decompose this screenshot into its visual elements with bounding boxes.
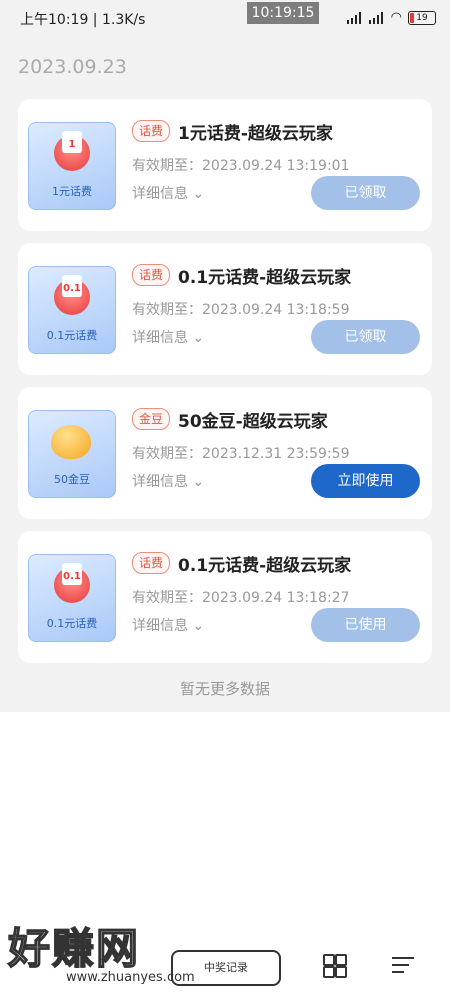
reward-title: 50金豆-超级云玩家: [178, 412, 328, 432]
category-tag: 话费: [132, 264, 171, 286]
status-left-text: 上午10:19 | 1.3K/s: [20, 12, 146, 28]
detail-toggle[interactable]: 详细信息 ⌄: [132, 183, 204, 203]
reward-thumbnail: 1 1元话费: [28, 122, 116, 210]
thumb-label: 1元话费: [52, 185, 92, 198]
use-now-button[interactable]: 立即使用: [311, 464, 420, 498]
status-icons: ◠ 19: [346, 10, 436, 25]
thumb-label: 0.1元话费: [46, 617, 98, 630]
thumb-label: 50金豆: [54, 473, 90, 486]
category-tag: 话费: [132, 120, 171, 142]
expiry-text: 有效期至：2023.12.31 23:59:59: [132, 446, 350, 462]
reward-card: 1 1元话费 话费 1元话费-超级云玩家 有效期至：2023.09.24 13:…: [18, 99, 432, 231]
wifi-icon: ◠: [390, 10, 402, 25]
red-envelope-icon: 0.1: [54, 563, 90, 603]
menu-icon[interactable]: [392, 957, 414, 978]
used-button[interactable]: 已使用: [311, 608, 420, 642]
claimed-button[interactable]: 已领取: [311, 176, 420, 210]
reward-card: 50金豆 金豆 50金豆-超级云玩家 有效期至：2023.12.31 23:59…: [18, 387, 432, 519]
detail-toggle[interactable]: 详细信息 ⌄: [132, 615, 204, 635]
category-tag: 话费: [132, 552, 171, 574]
detail-toggle[interactable]: 详细信息 ⌄: [132, 471, 204, 491]
detail-toggle[interactable]: 详细信息 ⌄: [132, 327, 204, 347]
date-header: 2023.09.23: [18, 56, 127, 78]
main-content: 2023.09.23 1 1元话费 话费 1元话费-超级云玩家 有效期至：202…: [0, 36, 450, 712]
watermark-logo: 好赚网: [7, 923, 141, 974]
thumb-label: 0.1元话费: [46, 329, 98, 342]
signal-icon: [346, 11, 363, 24]
reward-thumbnail: 0.1 0.1元话费: [28, 554, 116, 642]
expiry-text: 有效期至：2023.09.24 13:18:27: [132, 590, 350, 606]
expiry-text: 有效期至：2023.09.24 13:19:01: [132, 158, 350, 174]
reward-title: 1元话费-超级云玩家: [178, 124, 333, 144]
chevron-down-icon: ⌄: [192, 330, 205, 346]
reward-title: 0.1元话费-超级云玩家: [178, 556, 352, 576]
red-envelope-icon: 1: [54, 131, 90, 171]
chevron-down-icon: ⌄: [192, 618, 205, 634]
category-tag: 金豆: [132, 408, 171, 430]
reward-thumbnail: 0.1 0.1元话费: [28, 266, 116, 354]
reward-thumbnail: 50金豆: [28, 410, 116, 498]
red-envelope-icon: 0.1: [54, 275, 90, 315]
expiry-text: 有效期至：2023.09.24 13:18:59: [132, 302, 350, 318]
reward-card: 0.1 0.1元话费 话费 0.1元话费-超级云玩家 有效期至：2023.09.…: [18, 531, 432, 663]
signal-icon: [368, 11, 385, 24]
no-more-data-text: 暂无更多数据: [179, 680, 270, 698]
chevron-down-icon: ⌄: [192, 474, 205, 490]
reward-card: 0.1 0.1元话费 话费 0.1元话费-超级云玩家 有效期至：2023.09.…: [18, 243, 432, 375]
battery-icon: 19: [408, 10, 436, 25]
watermark-url: www.zhuanyes.com: [66, 970, 195, 985]
status-time-badge: 10:19:15: [247, 2, 319, 24]
gold-bean-icon: [51, 425, 91, 459]
claimed-button[interactable]: 已领取: [311, 320, 420, 354]
chevron-down-icon: ⌄: [192, 186, 205, 202]
reward-title: 0.1元话费-超级云玩家: [178, 268, 352, 288]
status-bar: 上午10:19 | 1.3K/s 10:19:15 ◠ 19: [0, 0, 450, 36]
grid-icon[interactable]: [323, 954, 347, 978]
